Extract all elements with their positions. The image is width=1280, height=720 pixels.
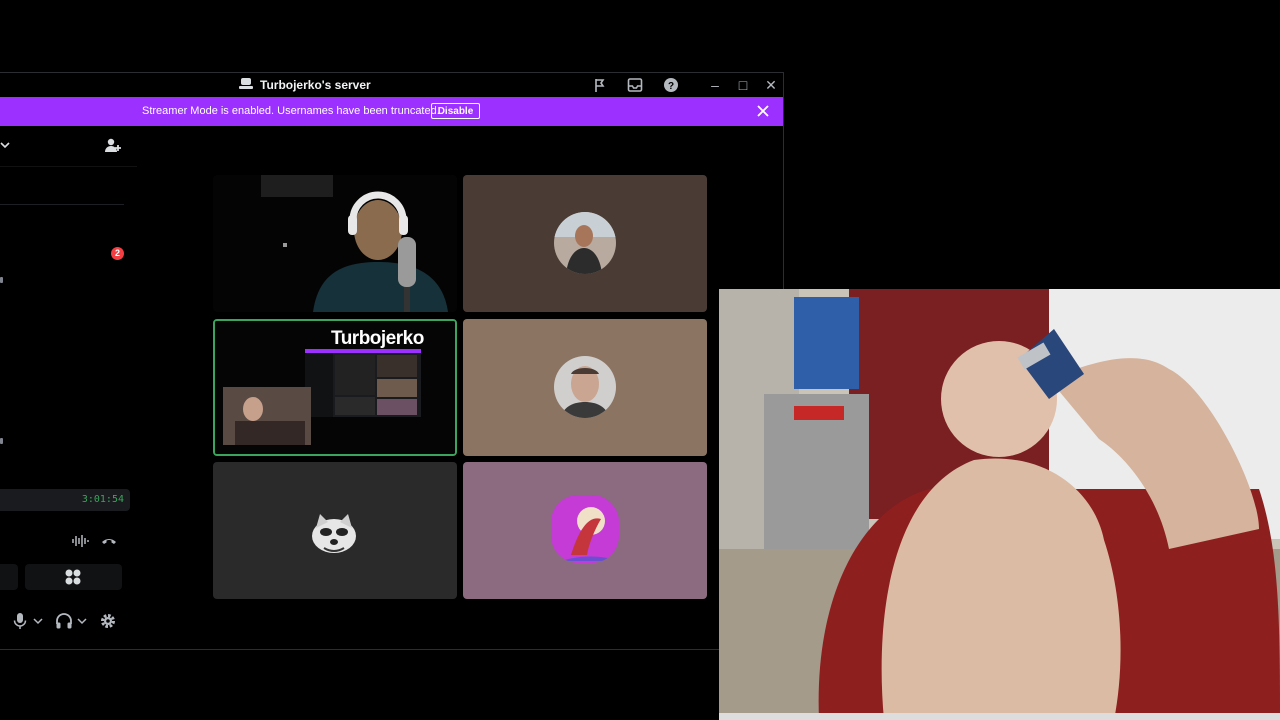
avatar [551,495,619,563]
activity-button[interactable] [25,564,122,590]
minimize-icon[interactable]: – [707,77,723,93]
svg-text:?: ? [668,81,674,92]
channel-sidebar: 2 3:01:54 [0,126,137,649]
avatar [554,212,616,274]
help-icon[interactable]: ? [663,77,679,93]
activity-icon [65,569,81,585]
server-header[interactable] [0,126,137,167]
voice-timer: 3:01:54 [81,494,124,505]
headphones-icon[interactable] [55,612,73,630]
video-tile-user[interactable] [463,175,707,312]
avatar [304,502,364,562]
soundboard-icon[interactable] [71,532,89,550]
streamer-webcam-overlay [719,289,1280,720]
video-button[interactable] [0,564,18,590]
chevron-down-icon[interactable] [77,616,87,626]
channel-item[interactable] [0,277,3,283]
window-title: Turbojerko's server [260,78,371,92]
discord-window: Turbojerko's server ? – □ ✕ Streamer Mod… [0,72,784,650]
webcam-feed [213,175,457,312]
banner-close-icon[interactable] [755,103,771,119]
chevron-down-icon[interactable] [0,140,10,150]
disable-button[interactable]: Disable [431,103,480,119]
server-icon [239,78,253,89]
title-bar: Turbojerko's server ? – □ ✕ [0,73,783,97]
video-tile-user[interactable] [463,319,707,456]
webcam-video [719,289,1280,720]
banner-message: Streamer Mode is enabled. Usernames have… [142,105,440,117]
video-tile-user[interactable] [213,462,457,599]
settings-gear-icon[interactable] [99,612,117,630]
chevron-down-icon[interactable] [33,616,43,626]
inbox-icon[interactable] [627,77,643,93]
video-tile-user[interactable] [463,462,707,599]
sidebar-divider [0,204,124,205]
streamer-mode-banner: Streamer Mode is enabled. Usernames have… [0,97,783,126]
maximize-icon[interactable]: □ [735,77,751,93]
report-flag-icon[interactable] [592,77,608,93]
video-tile-webcam[interactable] [213,175,457,312]
voice-status-bar: 3:01:54 [0,489,130,511]
stream-title: Turbojerko [331,328,424,349]
microphone-icon[interactable] [11,612,29,630]
avatar [554,356,616,418]
channel-item[interactable] [0,438,3,444]
screen-share-tile[interactable]: Turbojerko [213,319,457,456]
add-user-icon[interactable] [104,137,122,155]
disconnect-icon[interactable] [100,532,118,550]
notification-badge: 2 [111,247,124,260]
close-icon[interactable]: ✕ [763,77,779,93]
